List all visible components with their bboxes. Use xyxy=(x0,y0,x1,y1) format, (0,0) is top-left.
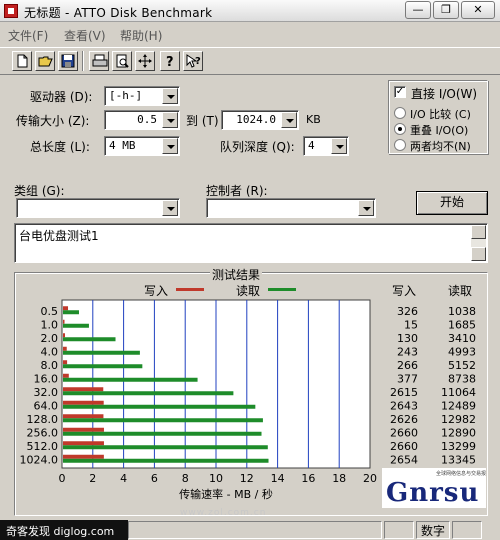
svg-text:?: ? xyxy=(166,55,174,68)
overlapped-io-label: 重叠 I/O(O) xyxy=(410,124,469,137)
controller-label: 控制者 (R): xyxy=(206,184,268,198)
save-icon xyxy=(61,54,75,68)
print-preview-button[interactable] xyxy=(112,51,132,71)
direct-io-label: 直接 I/O(W) xyxy=(411,87,478,101)
watermark-site-text: www.zol.com.cn xyxy=(180,508,267,518)
context-help-button[interactable]: ? xyxy=(183,51,203,71)
status-pane-scroll xyxy=(452,521,482,539)
queue-depth-label: 队列深度 (Q): xyxy=(220,140,295,154)
transfer-size-label: 传输大小 (Z): xyxy=(16,114,90,128)
title-bar: 无标题 - ATTO Disk Benchmark — ❐ ✕ xyxy=(0,0,500,22)
neither-label: 两者均不(N) xyxy=(410,140,471,153)
chevron-down-icon[interactable] xyxy=(358,200,374,216)
transfer-from-select[interactable]: 0.5 xyxy=(104,110,180,130)
menu-help[interactable]: 帮助(H) xyxy=(120,27,162,44)
description-text: 台电优盘测试1 xyxy=(19,229,99,243)
close-button[interactable]: ✕ xyxy=(461,1,495,19)
context-help-icon: ? xyxy=(186,54,201,68)
scroll-down-arrow-icon[interactable] xyxy=(471,247,486,261)
minimize-button[interactable]: — xyxy=(405,1,431,19)
print-button[interactable] xyxy=(89,51,109,71)
io-compare-label: I/O 比较 (C) xyxy=(410,108,471,121)
chevron-down-icon[interactable] xyxy=(162,112,178,128)
to-label: 到 (T) xyxy=(186,114,219,128)
app-icon xyxy=(4,4,18,18)
open-folder-icon xyxy=(38,56,53,67)
window-title: 无标题 - ATTO Disk Benchmark xyxy=(24,6,213,20)
neither-radio[interactable] xyxy=(394,139,406,151)
queue-depth-select[interactable]: 4 xyxy=(303,136,349,156)
move-button[interactable] xyxy=(135,51,155,71)
results-title: 测试结果 xyxy=(210,266,263,283)
group-label: 类组 (G): xyxy=(14,184,65,198)
new-file-button[interactable] xyxy=(12,51,32,71)
watermark-small-text: 全球网络信息与交易报 xyxy=(435,471,486,477)
menu-bar: 文件(F) 查看(V) 帮助(H) xyxy=(0,24,500,44)
kb-unit-label: KB xyxy=(306,113,321,126)
total-length-label: 总长度 (L): xyxy=(30,140,90,154)
save-button[interactable] xyxy=(58,51,78,71)
toolbar-separator xyxy=(82,51,84,71)
chevron-down-icon[interactable] xyxy=(162,88,178,104)
print-preview-icon xyxy=(116,54,129,68)
group-select[interactable] xyxy=(16,198,180,218)
chevron-down-icon[interactable] xyxy=(281,112,297,128)
start-button[interactable]: 开始 xyxy=(416,191,488,215)
print-icon xyxy=(92,54,108,67)
help-button[interactable]: ? xyxy=(160,51,180,71)
description-scrollbar[interactable] xyxy=(471,225,486,261)
menu-view[interactable]: 查看(V) xyxy=(64,27,106,44)
status-pane-main xyxy=(128,521,382,539)
transfer-to-value: 1024.0 xyxy=(236,113,276,126)
drive-value: [-h-] xyxy=(109,89,143,102)
status-pane-caps xyxy=(384,521,414,539)
controller-select[interactable] xyxy=(206,198,376,218)
brand-overlay: 奇客发现 diglog.com xyxy=(0,520,128,540)
toolbar: ? ? xyxy=(0,47,500,75)
transfer-from-value: 0.5 xyxy=(137,113,157,126)
chevron-down-icon[interactable] xyxy=(162,200,178,216)
help-icon: ? xyxy=(166,55,174,68)
new-file-icon xyxy=(17,54,28,68)
total-length-select[interactable]: 4 MB xyxy=(104,136,180,156)
watermark-logo: 全球网络信息与交易报 Gnrsu xyxy=(382,468,486,508)
maximize-button[interactable]: ❐ xyxy=(433,1,459,19)
drive-select[interactable]: [-h-] xyxy=(104,86,180,106)
menu-file[interactable]: 文件(F) xyxy=(8,27,48,44)
description-textarea[interactable]: 台电优盘测试1 xyxy=(14,223,488,263)
direct-io-checkbox[interactable]: ✓ xyxy=(394,86,406,98)
queue-depth-value: 4 xyxy=(308,139,315,152)
total-length-value: 4 MB xyxy=(109,139,136,152)
numlock-indicator: 数字 xyxy=(416,521,450,539)
move-icon xyxy=(138,54,152,68)
chevron-down-icon[interactable] xyxy=(331,138,347,154)
scroll-up-arrow-icon[interactable] xyxy=(471,225,486,239)
drive-label: 驱动器 (D): xyxy=(30,90,93,104)
overlapped-io-radio[interactable] xyxy=(394,123,406,135)
svg-text:?: ? xyxy=(195,56,201,67)
io-compare-radio[interactable] xyxy=(394,107,406,119)
open-button[interactable] xyxy=(35,51,55,71)
chevron-down-icon[interactable] xyxy=(162,138,178,154)
transfer-to-select[interactable]: 1024.0 xyxy=(221,110,299,130)
watermark-logo-text: Gnrsu xyxy=(386,478,480,508)
